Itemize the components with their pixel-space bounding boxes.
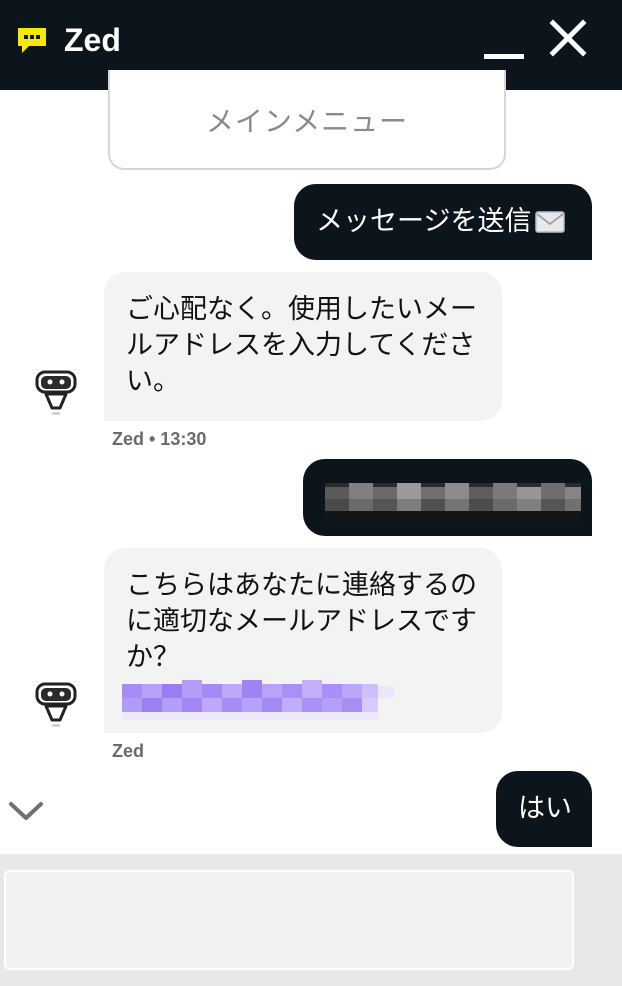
message-input[interactable]: [4, 870, 574, 970]
user-message: はい: [496, 771, 592, 847]
message-meta: Zed • 13:30: [112, 429, 207, 449]
message-text: こちらはあなたに連絡するのに適切なメールアドレスですか？: [126, 570, 477, 673]
chat-bubble-icon: [18, 28, 46, 53]
bot-message: ご心配なく。使用したいメールアドレスを入力してください。: [104, 272, 502, 421]
message-text: メッセージを送信: [316, 206, 532, 237]
message-meta: Zed: [112, 741, 145, 761]
minimize-button[interactable]: [480, 22, 528, 70]
header-title: Zed: [64, 22, 121, 58]
user-message-redacted: [303, 459, 592, 536]
message-text: ご心配なく。使用したいメールアドレスを入力してください。: [126, 294, 477, 397]
composer: [0, 854, 622, 986]
main-menu-button[interactable]: メインメニュー: [108, 70, 506, 170]
redaction-pixelation: [325, 483, 581, 521]
chevron-down-icon[interactable]: [6, 794, 46, 828]
bot-message: こちらはあなたに連絡するのに適切なメールアドレスですか？: [104, 548, 502, 733]
envelope-icon: [535, 211, 566, 233]
minimize-icon: [484, 54, 524, 59]
main-menu-label: メインメニュー: [205, 105, 409, 138]
bot-avatar-icon: [35, 370, 77, 415]
message-text: はい: [518, 793, 572, 824]
redaction-pixelation: [122, 680, 394, 720]
chat-window: Zed メインメニュー メッセージを送信 ご心配なく。使用したいメールアドレスを…: [0, 0, 622, 986]
user-message: メッセージを送信: [294, 184, 592, 260]
bot-avatar-icon: [35, 682, 77, 727]
close-icon[interactable]: [546, 16, 590, 60]
